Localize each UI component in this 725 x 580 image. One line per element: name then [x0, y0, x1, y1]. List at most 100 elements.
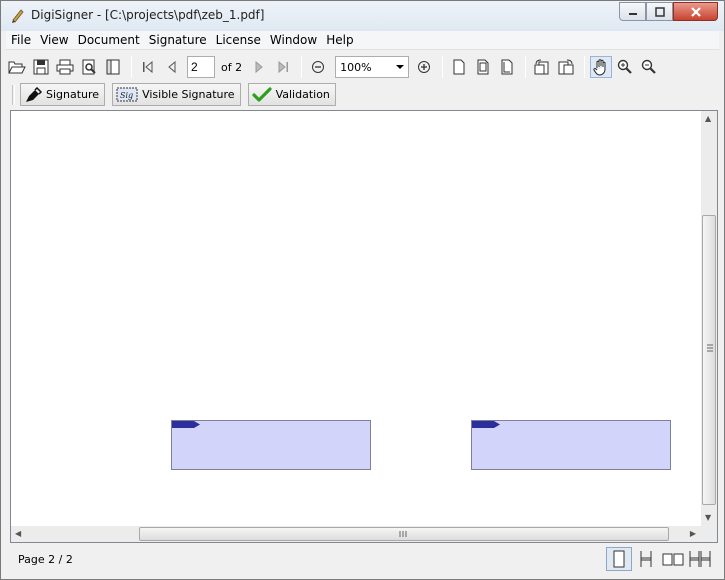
single-page-icon [453, 59, 465, 75]
horizontal-scroll-thumb[interactable] [139, 527, 669, 541]
continuous-layout-icon [640, 551, 652, 567]
zoom-in-icon [418, 61, 431, 73]
single-page-button[interactable] [448, 56, 470, 78]
fit-width-button[interactable] [472, 56, 494, 78]
signature-field-1[interactable] [171, 420, 371, 470]
menu-view[interactable]: View [35, 33, 72, 47]
menu-help[interactable]: Help [321, 33, 357, 47]
zoom-out-tool-icon [641, 59, 656, 74]
zoom-in-button[interactable] [413, 56, 435, 78]
document-view: ▲ ▼ ◀ ▶ [10, 110, 718, 543]
last-page-button[interactable] [272, 56, 294, 78]
vertical-scrollbar[interactable]: ▲ ▼ [701, 111, 717, 526]
menu-signature[interactable]: Signature [144, 33, 211, 47]
first-page-icon [143, 60, 153, 74]
first-page-button[interactable] [137, 56, 159, 78]
toolbar-separator [131, 56, 132, 78]
pen-app-icon [10, 7, 26, 23]
svg-text:Sig: Sig [120, 91, 133, 100]
vertical-scroll-thumb[interactable] [702, 215, 716, 505]
open-icon [8, 61, 26, 74]
save-button[interactable] [30, 56, 52, 78]
zoom-out-icon [312, 61, 325, 73]
page-layout-controls [605, 547, 713, 571]
rotate-right-icon [558, 59, 574, 75]
print-icon [56, 59, 74, 75]
status-bar: Page 2 / 2 [6, 544, 719, 574]
checkmark-icon [251, 86, 272, 102]
close-button[interactable] [673, 2, 718, 21]
scroll-up-icon[interactable]: ▲ [705, 114, 711, 123]
minimize-icon [628, 12, 637, 15]
grip-lines-icon [399, 531, 407, 537]
toolbar-separator [584, 56, 586, 78]
continuous-facing-layout-icon [689, 551, 711, 567]
chevron-down-icon [396, 65, 405, 69]
maximize-icon [654, 6, 665, 17]
next-page-button[interactable] [248, 56, 270, 78]
menu-bar: File View Document Signature License Win… [6, 31, 719, 50]
single-page-layout-button[interactable] [606, 547, 632, 571]
menu-document[interactable]: Document [73, 33, 144, 47]
page-number-input[interactable] [187, 56, 215, 78]
last-page-icon [278, 60, 289, 74]
signature-toolbar: Signature Sig Visible Signature Validati… [6, 81, 719, 108]
menu-file[interactable]: File [6, 33, 35, 47]
fit-page-button[interactable] [496, 56, 518, 78]
previous-page-button[interactable] [161, 56, 183, 78]
toolbar-grip [12, 84, 15, 105]
visible-signature-icon: Sig [116, 87, 138, 101]
visible-signature-button[interactable]: Sig Visible Signature [112, 83, 241, 106]
fit-page-icon [501, 59, 513, 75]
pdf-page[interactable] [11, 111, 702, 526]
fit-width-icon [477, 59, 489, 75]
signature-field-flag-icon [172, 421, 200, 428]
print-preview-icon [82, 59, 96, 75]
rotate-left-button[interactable] [531, 56, 553, 78]
close-icon [690, 6, 701, 17]
open-button[interactable] [6, 56, 28, 78]
visible-signature-button-label: Visible Signature [142, 88, 235, 101]
continuous-layout-button[interactable] [633, 547, 659, 571]
previous-page-icon [168, 60, 176, 74]
zoom-in-tool-icon [617, 59, 632, 74]
toolbar-separator [442, 56, 444, 78]
continuous-facing-layout-button[interactable] [687, 547, 713, 571]
hand-tool-icon [593, 59, 606, 76]
single-page-layout-icon [613, 550, 625, 568]
zoom-in-tool-button[interactable] [614, 56, 636, 78]
validation-button-label: Validation [275, 88, 330, 101]
scroll-down-icon[interactable]: ▼ [705, 513, 711, 522]
zoom-out-button[interactable] [307, 56, 329, 78]
window-controls [619, 2, 718, 22]
properties-icon [106, 59, 120, 75]
rotate-left-icon [534, 59, 549, 75]
signature-button-label: Signature [46, 88, 100, 101]
menu-window[interactable]: Window [265, 33, 321, 47]
next-page-icon [255, 60, 263, 74]
print-button[interactable] [54, 56, 76, 78]
save-icon [33, 59, 49, 75]
signature-field-2[interactable] [471, 420, 671, 470]
main-toolbar: of 2 100% [6, 52, 719, 82]
facing-layout-icon [662, 553, 684, 566]
hand-tool-button[interactable] [590, 56, 613, 78]
zoom-level-value: 100% [340, 60, 372, 74]
grip-lines-icon [707, 344, 713, 352]
scroll-right-icon[interactable]: ▶ [690, 529, 696, 538]
facing-layout-button[interactable] [660, 547, 686, 571]
toolbar-separator [301, 56, 303, 78]
menu-license[interactable]: License [211, 33, 265, 47]
zoom-out-tool-button[interactable] [638, 56, 660, 78]
signature-button[interactable]: Signature [20, 83, 106, 106]
rotate-right-button[interactable] [555, 56, 577, 78]
maximize-button[interactable] [646, 2, 673, 21]
scroll-left-icon[interactable]: ◀ [15, 529, 21, 538]
toolbar-separator [525, 56, 527, 78]
horizontal-scrollbar[interactable]: ◀ ▶ [11, 526, 702, 542]
print-preview-button[interactable] [78, 56, 100, 78]
validation-button[interactable]: Validation [247, 83, 336, 106]
minimize-button[interactable] [619, 2, 646, 21]
zoom-level-select[interactable]: 100% [335, 56, 410, 78]
properties-button[interactable] [102, 56, 124, 78]
